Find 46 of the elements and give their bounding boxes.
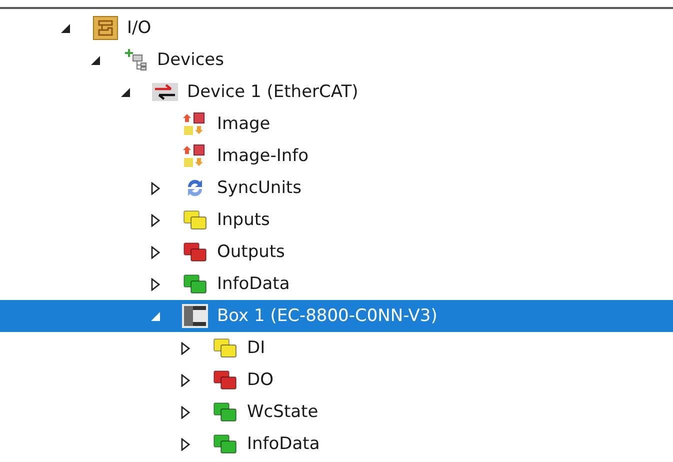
tree-item-label: Box 1 (EC-8800-C0NN-V3) bbox=[217, 306, 438, 326]
process-image-icon bbox=[183, 112, 207, 136]
tree-item-label: Image-Info bbox=[217, 146, 309, 166]
tree-item-label: I/O bbox=[127, 18, 152, 38]
expanded-arrow-icon[interactable] bbox=[60, 24, 70, 32]
tree-item-label: InfoData bbox=[247, 434, 320, 454]
sync-arrows-icon bbox=[185, 177, 205, 199]
collapsed-arrow-icon[interactable] bbox=[150, 278, 160, 290]
tree-row[interactable]: DI bbox=[0, 332, 673, 364]
collapsed-arrow-icon[interactable] bbox=[150, 182, 160, 194]
tree-row[interactable]: WcState bbox=[0, 396, 673, 428]
tree-item-label: DO bbox=[247, 370, 274, 390]
tree-item-label: SyncUnits bbox=[217, 178, 302, 198]
tree-item-label: Device 1 (EtherCAT) bbox=[187, 82, 358, 102]
tree-row[interactable]: DO bbox=[0, 364, 673, 396]
collapsed-arrow-icon[interactable] bbox=[180, 342, 190, 354]
collapsed-arrow-icon[interactable] bbox=[150, 246, 160, 258]
tree-item-label: Image bbox=[217, 114, 270, 134]
terminal-box-icon bbox=[182, 304, 208, 328]
tree-item-label: Devices bbox=[157, 50, 224, 70]
tree-item-label: WcState bbox=[247, 402, 318, 422]
ethercat-device-icon bbox=[152, 83, 178, 101]
collapsed-arrow-icon[interactable] bbox=[180, 406, 190, 418]
tree-row[interactable]: InfoData bbox=[0, 428, 673, 460]
collapsed-arrow-icon[interactable] bbox=[150, 214, 160, 226]
expanded-arrow-icon[interactable] bbox=[120, 88, 130, 96]
tree-row[interactable]: Outputs bbox=[0, 236, 673, 268]
tree-row[interactable]: Devices bbox=[0, 44, 673, 76]
tree-item-label: DI bbox=[247, 338, 266, 358]
tree-item-label: InfoData bbox=[217, 274, 290, 294]
tree-row[interactable]: SyncUnits bbox=[0, 172, 673, 204]
tree-item-label: Outputs bbox=[217, 242, 285, 262]
tree-row[interactable]: Inputs bbox=[0, 204, 673, 236]
process-image-icon bbox=[183, 144, 207, 168]
tree-row[interactable]: Device 1 (EtherCAT) bbox=[0, 76, 673, 108]
expanded-arrow-icon[interactable] bbox=[90, 56, 100, 64]
collapsed-arrow-icon[interactable] bbox=[180, 374, 190, 386]
tree-row[interactable]: Image bbox=[0, 108, 673, 140]
tree-item-label: Inputs bbox=[217, 210, 270, 230]
tree-row[interactable]: Image-Info bbox=[0, 140, 673, 172]
tree-row[interactable]: I/O bbox=[0, 12, 673, 44]
tree-row[interactable]: Box 1 (EC-8800-C0NN-V3) bbox=[0, 300, 673, 332]
device-tree-icon bbox=[123, 49, 147, 71]
io-folder-icon bbox=[92, 16, 118, 40]
tree-row[interactable]: InfoData bbox=[0, 268, 673, 300]
collapsed-arrow-icon[interactable] bbox=[180, 438, 190, 450]
